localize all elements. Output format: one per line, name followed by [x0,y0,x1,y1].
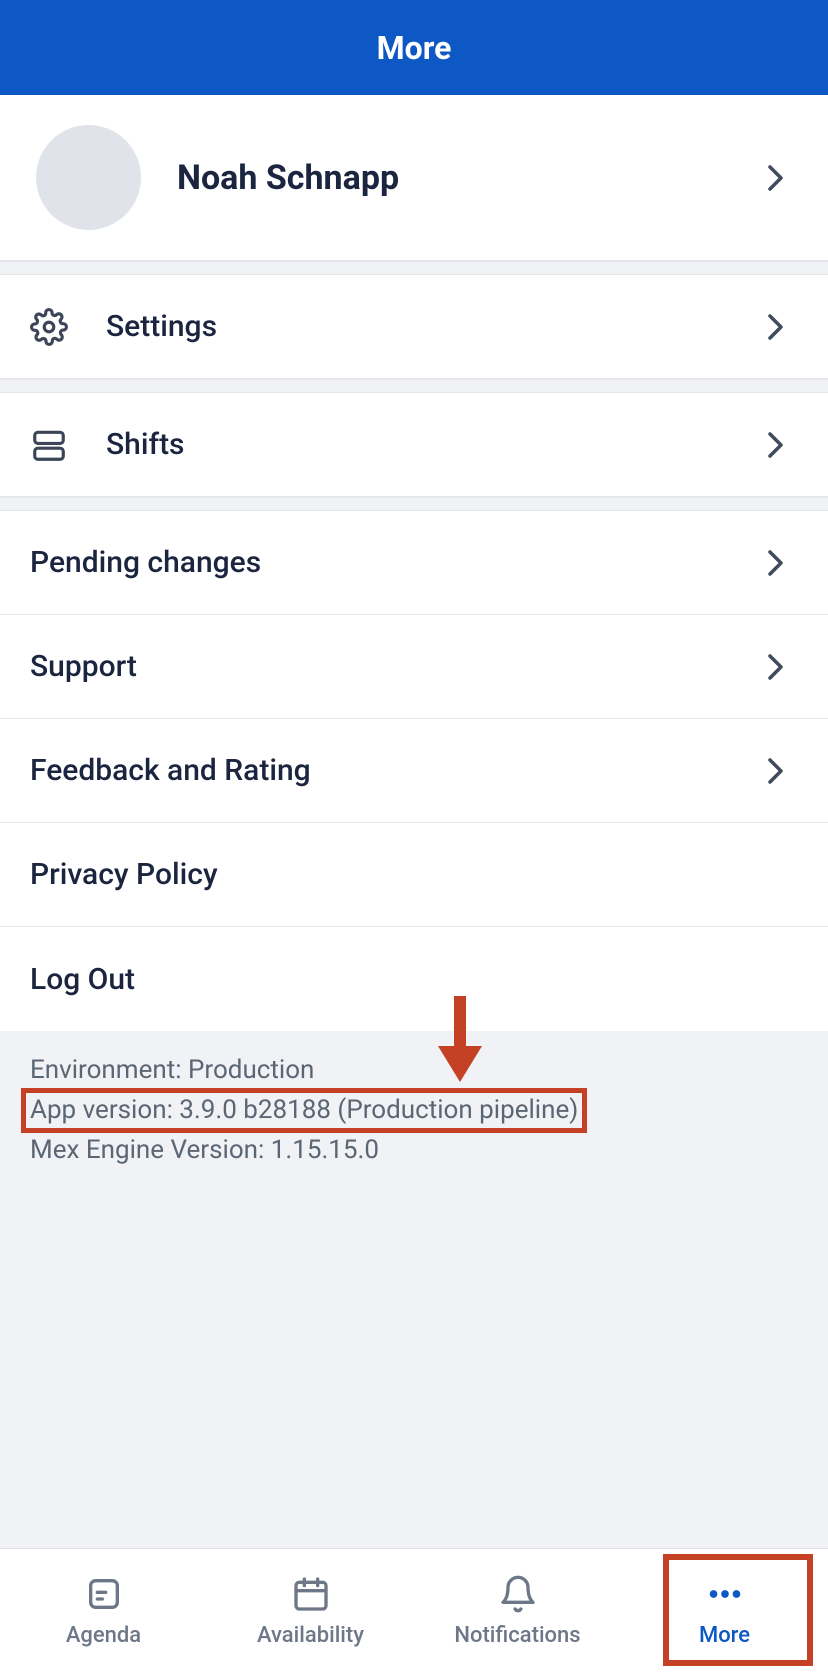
chevron-right-icon [762,164,790,192]
chevron-right-icon [762,313,790,341]
tab-availability-label: Availability [257,1623,364,1648]
shifts-row[interactable]: Shifts [0,393,828,497]
chevron-right-icon [762,549,790,577]
chevron-right-icon [762,653,790,681]
profile-name: Noah Schnapp [177,158,762,198]
section-gap [0,497,828,511]
section-gap [0,379,828,393]
bell-icon [497,1573,539,1615]
header: More [0,0,828,95]
tab-availability[interactable]: Availability [207,1549,414,1672]
pending-changes-row[interactable]: Pending changes [0,511,828,615]
footer-info: Environment: Production App version: 3.9… [0,1031,828,1190]
privacy-label: Privacy Policy [30,857,798,892]
mex-engine-text: Mex Engine Version: 1.15.15.0 [30,1133,798,1168]
environment-text: Environment: Production [30,1053,798,1088]
tab-bar: Agenda Availability Notifications More [0,1548,828,1672]
gear-icon [30,308,68,346]
tab-more-label: More [699,1623,750,1648]
logout-label: Log Out [30,962,798,997]
chevron-right-icon [762,757,790,785]
settings-row[interactable]: Settings [0,275,828,379]
section-gap [0,261,828,275]
app-version-highlight: App version: 3.9.0 b28188 (Production pi… [21,1088,587,1133]
feedback-row[interactable]: Feedback and Rating [0,719,828,823]
tab-more[interactable]: More [621,1549,828,1672]
privacy-row[interactable]: Privacy Policy [0,823,828,927]
shifts-icon [30,426,68,464]
agenda-icon [83,1573,125,1615]
shifts-label: Shifts [106,427,762,462]
more-horizontal-icon [704,1573,746,1615]
support-row[interactable]: Support [0,615,828,719]
tab-agenda[interactable]: Agenda [0,1549,207,1672]
logout-row[interactable]: Log Out [0,927,828,1031]
pending-changes-label: Pending changes [30,545,762,580]
chevron-right-icon [762,431,790,459]
main-content: Noah Schnapp Settings Shifts Pending cha… [0,95,828,1190]
settings-label: Settings [106,309,762,344]
avatar [36,125,141,230]
tab-notifications-label: Notifications [454,1623,580,1648]
calendar-icon [290,1573,332,1615]
support-label: Support [30,649,762,684]
tab-agenda-label: Agenda [66,1623,141,1648]
app-version-text: App version: 3.9.0 b28188 (Production pi… [30,1095,578,1125]
profile-row[interactable]: Noah Schnapp [0,95,828,261]
feedback-label: Feedback and Rating [30,753,762,788]
tab-notifications[interactable]: Notifications [414,1549,621,1672]
page-title: More [377,29,452,67]
